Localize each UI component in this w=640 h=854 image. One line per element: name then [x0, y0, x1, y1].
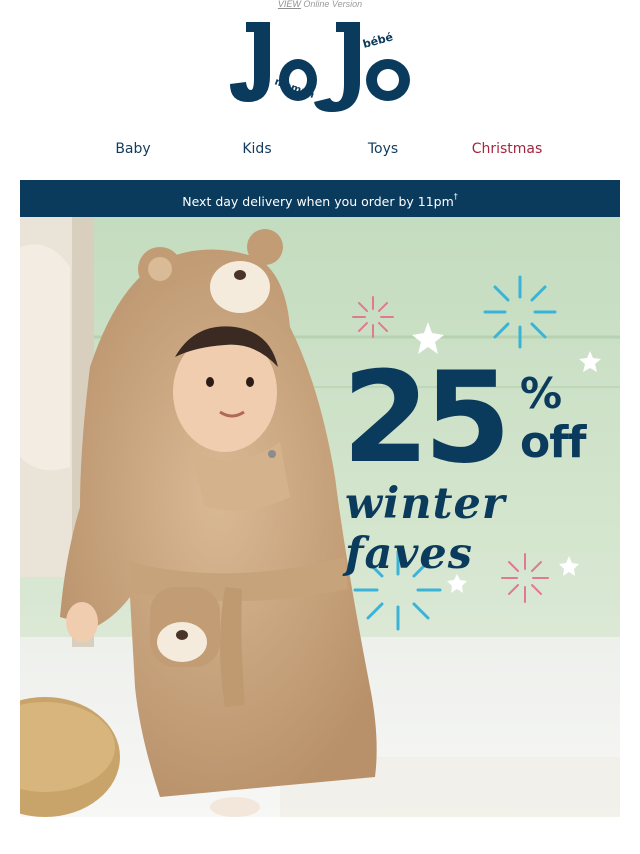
discount-off-text: off: [520, 417, 587, 468]
preheader: VIEW Online Version: [0, 0, 640, 12]
delivery-banner[interactable]: Next day delivery when you order by 11pm…: [20, 180, 620, 217]
view-online-link[interactable]: VIEW: [278, 0, 301, 9]
nav-item-toys[interactable]: Toys: [323, 138, 443, 160]
hero-promo-image[interactable]: 25 % off winter faves: [20, 217, 620, 817]
promo-subtitle: winter faves: [345, 479, 506, 579]
discount-percent-symbol: %: [520, 369, 563, 418]
nav-item-baby[interactable]: Baby: [73, 138, 193, 160]
delivery-banner-text: Next day delivery when you order by 11pm: [182, 194, 454, 210]
view-online-text: Online Version: [303, 0, 363, 9]
hood-bear-face: [210, 261, 270, 313]
jojo-maman-bebe-logo[interactable]: bébé maman: [226, 18, 416, 118]
nav-item-kids[interactable]: Kids: [197, 138, 317, 160]
delivery-banner-mark: †: [453, 192, 458, 201]
discount-number: 25: [342, 344, 511, 491]
nav-item-christmas[interactable]: Christmas: [447, 138, 567, 160]
logo-bebe-text: bébé: [361, 30, 394, 50]
main-navigation: Baby Kids Toys Christmas: [0, 138, 640, 162]
